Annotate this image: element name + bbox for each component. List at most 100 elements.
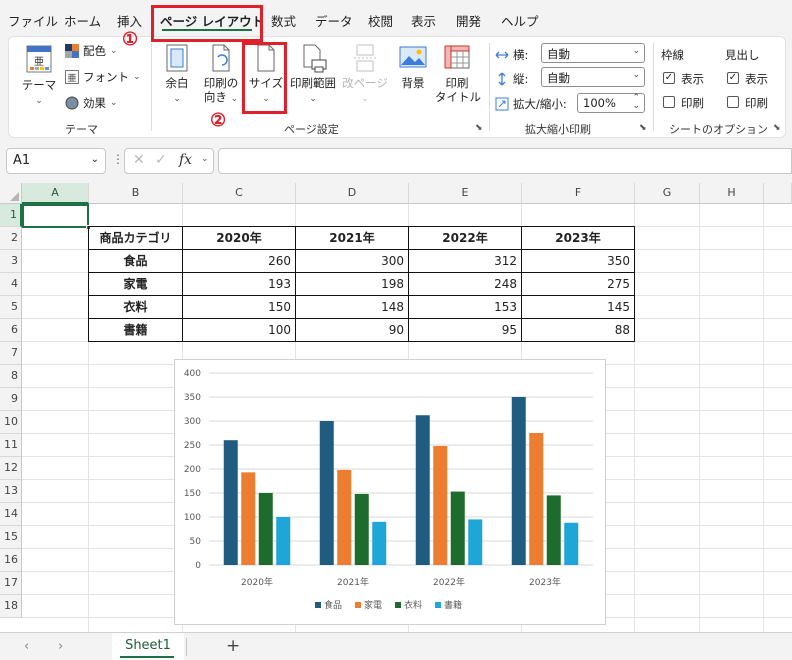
column-header-f[interactable]: F	[522, 183, 635, 204]
height-arrows-icon	[498, 72, 506, 86]
row-header-7[interactable]: 7	[0, 342, 22, 365]
chevron-down-icon: ⌄	[133, 72, 141, 82]
cancel-icon[interactable]: ✕	[133, 152, 145, 168]
value-cell[interactable]: 100	[183, 319, 296, 342]
column-header-g[interactable]: G	[635, 183, 700, 204]
value-cell[interactable]: 350	[522, 250, 635, 273]
sheet-options-launcher-icon[interactable]: ⬊	[773, 123, 781, 133]
row-header-3[interactable]: 3	[0, 250, 22, 273]
gridlines-view-checkbox[interactable]: ✓	[663, 72, 675, 84]
formula-input[interactable]	[218, 148, 792, 174]
value-cell[interactable]: 153	[409, 296, 522, 319]
row-header-18[interactable]: 18	[0, 595, 22, 618]
menu-insert[interactable]: 挿入	[117, 11, 142, 30]
value-cell[interactable]: 198	[296, 273, 409, 296]
value-cell[interactable]: 95	[409, 319, 522, 342]
table-header-cell[interactable]: 2022年	[409, 226, 522, 250]
menu-formulas[interactable]: 数式	[271, 11, 296, 30]
headings-print-checkbox[interactable]	[727, 96, 739, 108]
scroll-right-icon[interactable]: ›	[58, 639, 63, 654]
menu-developer[interactable]: 開発	[456, 11, 481, 30]
orientation-button[interactable]: 印刷の 向き ⌄	[199, 43, 243, 106]
menu-view[interactable]: 表示	[411, 11, 436, 30]
chevron-down-icon[interactable]: ⌄	[201, 154, 209, 164]
background-button[interactable]: 背景	[393, 43, 433, 90]
print-area-button[interactable]: 印刷範囲 ⌄	[287, 43, 339, 104]
chart-y-tick-label: 400	[184, 369, 201, 379]
category-cell[interactable]: 家電	[88, 273, 183, 296]
chart-bar	[450, 491, 465, 565]
effects-button[interactable]: 効果 ⌄	[65, 95, 118, 111]
table-header-cell[interactable]: 商品カテゴリ	[88, 226, 183, 250]
worksheet-grid[interactable]: A B C D E F G H 1 2 3 4 5 6 7 8 9 10 11 12 13 14 15 16 17 18 商品カテゴ…	[0, 183, 792, 632]
svg-text:亜: 亜	[67, 73, 76, 84]
value-cell[interactable]: 275	[522, 273, 635, 296]
row-header-17[interactable]: 17	[0, 572, 22, 595]
headings-view-checkbox[interactable]: ✓	[727, 72, 739, 84]
value-cell[interactable]: 193	[183, 273, 296, 296]
print-titles-button[interactable]: 印刷 タイトル	[435, 43, 481, 104]
more-options-icon[interactable]: ⋮	[112, 152, 124, 166]
value-cell[interactable]: 248	[409, 273, 522, 296]
scale-launcher-icon[interactable]: ⬊	[639, 123, 647, 133]
row-header-13[interactable]: 13	[0, 480, 22, 503]
column-header-h[interactable]: H	[700, 183, 764, 204]
table-header-cell[interactable]: 2020年	[183, 226, 296, 250]
enter-check-icon[interactable]: ✓	[155, 152, 167, 168]
value-cell[interactable]: 312	[409, 250, 522, 273]
row-header-11[interactable]: 11	[0, 434, 22, 457]
spin-arrows-icon[interactable]: ⌃ ⌄	[632, 94, 640, 111]
menu-help[interactable]: ヘルプ	[501, 11, 539, 30]
colors-button[interactable]: 配色 ⌄	[65, 43, 118, 59]
row-header-5[interactable]: 5	[0, 296, 22, 319]
menu-file[interactable]: ファイル	[8, 11, 58, 30]
table-header-cell[interactable]: 2023年	[522, 226, 635, 250]
margins-button[interactable]: 余白 ⌄	[159, 43, 195, 104]
column-header-a[interactable]: A	[22, 183, 89, 204]
row-header-8[interactable]: 8	[0, 365, 22, 388]
category-cell[interactable]: 食品	[88, 250, 183, 273]
row-header-15[interactable]: 15	[0, 526, 22, 549]
name-box[interactable]: A1 ⌄	[6, 148, 106, 174]
value-cell[interactable]: 145	[522, 296, 635, 319]
value-cell[interactable]: 88	[522, 319, 635, 342]
row-header-6[interactable]: 6	[0, 319, 22, 342]
themes-button[interactable]: 亜 テーマ ⌄	[19, 43, 59, 106]
row-header-1[interactable]: 1	[0, 204, 22, 227]
value-cell[interactable]: 148	[296, 296, 409, 319]
value-cell[interactable]: 90	[296, 319, 409, 342]
column-header-b[interactable]: B	[89, 183, 183, 204]
scroll-left-icon[interactable]: ‹	[24, 639, 29, 654]
height-select[interactable]: 自動 ⌄	[541, 67, 645, 87]
menu-data[interactable]: データ	[315, 11, 353, 30]
category-cell[interactable]: 書籍	[88, 319, 183, 342]
active-cell-a1[interactable]	[22, 204, 89, 228]
page-setup-launcher-icon[interactable]: ⬊	[475, 123, 483, 133]
scale-spinner[interactable]: 100% ⌃ ⌄	[577, 93, 645, 113]
row-header-4[interactable]: 4	[0, 273, 22, 296]
row-header-2[interactable]: 2	[0, 227, 22, 250]
ribbon-separator	[653, 43, 654, 131]
row-header-10[interactable]: 10	[0, 411, 22, 434]
table-header-cell[interactable]: 2021年	[296, 226, 409, 250]
menu-review[interactable]: 校閲	[368, 11, 393, 30]
column-header-d[interactable]: D	[296, 183, 409, 204]
select-all-corner[interactable]	[0, 183, 22, 204]
menu-home[interactable]: ホーム	[64, 11, 101, 30]
value-cell[interactable]: 150	[183, 296, 296, 319]
insert-function-icon[interactable]: fx	[179, 152, 192, 168]
category-cell[interactable]: 衣料	[88, 296, 183, 319]
value-cell[interactable]: 300	[296, 250, 409, 273]
width-select[interactable]: 自動 ⌄	[541, 43, 645, 63]
row-header-16[interactable]: 16	[0, 549, 22, 572]
gridlines-print-checkbox[interactable]	[663, 96, 675, 108]
column-header-c[interactable]: C	[183, 183, 296, 204]
embedded-chart[interactable]: 0 50 100 150 200 250 300 350 400 2020年 2021年 2022年 2…	[174, 359, 606, 625]
row-header-12[interactable]: 12	[0, 457, 22, 480]
row-header-14[interactable]: 14	[0, 503, 22, 526]
add-sheet-button[interactable]: +	[226, 636, 240, 656]
value-cell[interactable]: 260	[183, 250, 296, 273]
row-header-9[interactable]: 9	[0, 388, 22, 411]
fonts-button[interactable]: 亜 フォント ⌄	[65, 69, 141, 85]
column-header-e[interactable]: E	[409, 183, 522, 204]
